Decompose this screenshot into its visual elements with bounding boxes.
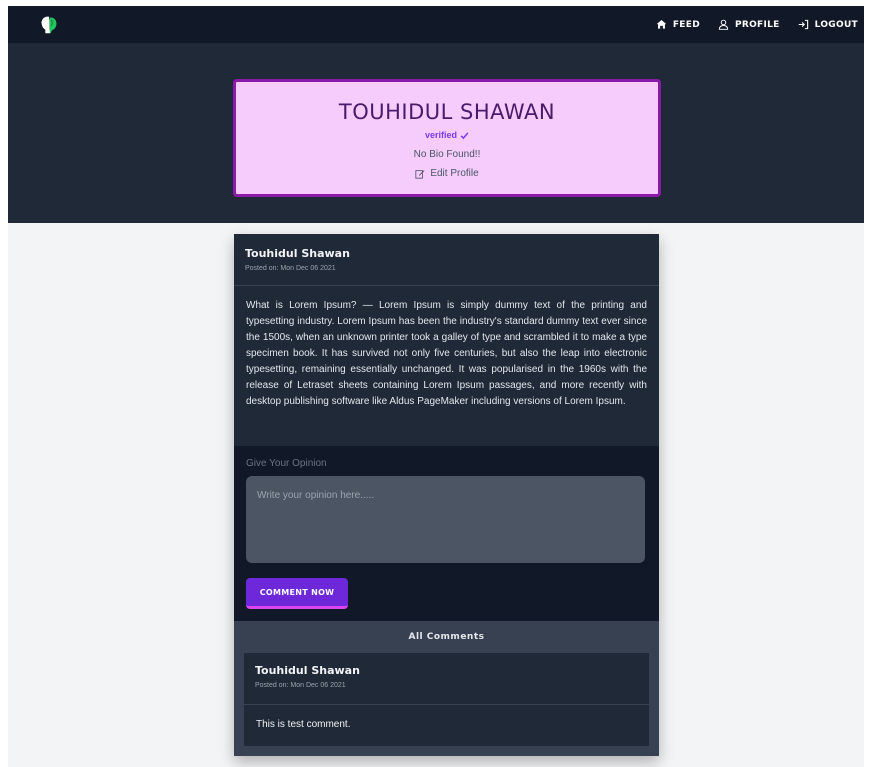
- brain-logo-icon[interactable]: [38, 14, 60, 36]
- comments-section: All Comments Touhidul Shawan Posted on: …: [234, 621, 659, 756]
- opinion-section: Give Your Opinion COMMENT NOW: [234, 446, 659, 621]
- post-body: What is Lorem Ipsum? — Lorem Ipsum is si…: [246, 300, 647, 407]
- nav-feed-label: FEED: [672, 19, 700, 30]
- profile-card: TOUHIDUL SHAWAN verified No Bio Found!! …: [233, 79, 661, 197]
- post-header: Touhidul Shawan Posted on: Mon Dec 06 20…: [234, 234, 659, 286]
- profile-hero: TOUHIDUL SHAWAN verified No Bio Found!! …: [8, 43, 864, 223]
- check-icon: [460, 131, 469, 139]
- comment-text: This is test comment.: [256, 719, 351, 730]
- edit-profile-label: Edit Profile: [430, 168, 479, 179]
- logout-icon: [798, 19, 808, 30]
- home-icon: [656, 20, 667, 29]
- comment-date: Posted on: Mon Dec 06 2021: [255, 682, 346, 689]
- opinion-label: Give Your Opinion: [246, 458, 327, 469]
- post-card: Touhidul Shawan Posted on: Mon Dec 06 20…: [234, 234, 659, 756]
- post-date: Posted on: Mon Dec 06 2021: [245, 265, 336, 272]
- edit-icon: [415, 169, 425, 179]
- verified-label: verified: [424, 130, 457, 140]
- verified-badge: verified: [236, 130, 658, 140]
- nav-links: FEED PROFILE LOGOUT: [656, 19, 858, 30]
- user-icon: [718, 19, 729, 30]
- comments-title: All Comments: [408, 632, 485, 642]
- post-author: Touhidul Shawan: [245, 247, 350, 260]
- nav-profile-link[interactable]: PROFILE: [718, 19, 780, 30]
- comment-author: Touhidul Shawan: [255, 664, 360, 677]
- navbar: FEED PROFILE LOGOUT: [8, 6, 864, 43]
- nav-feed-link[interactable]: FEED: [656, 19, 700, 30]
- page: FEED PROFILE LOGOUT TOUHIDUL SHAWAN veri…: [8, 6, 864, 767]
- nav-profile-label: PROFILE: [734, 19, 780, 30]
- comment-item: Touhidul Shawan Posted on: Mon Dec 06 20…: [244, 653, 649, 746]
- edit-profile-button[interactable]: Edit Profile: [415, 168, 479, 179]
- nav-logout-link[interactable]: LOGOUT: [798, 19, 858, 30]
- nav-logout-label: LOGOUT: [814, 19, 858, 30]
- comment-header: Touhidul Shawan Posted on: Mon Dec 06 20…: [244, 653, 649, 705]
- profile-bio: No Bio Found!!: [413, 149, 481, 160]
- opinion-input[interactable]: [246, 476, 645, 563]
- comment-now-button[interactable]: COMMENT NOW: [246, 578, 348, 609]
- profile-name: TOUHIDUL SHAWAN: [338, 100, 556, 124]
